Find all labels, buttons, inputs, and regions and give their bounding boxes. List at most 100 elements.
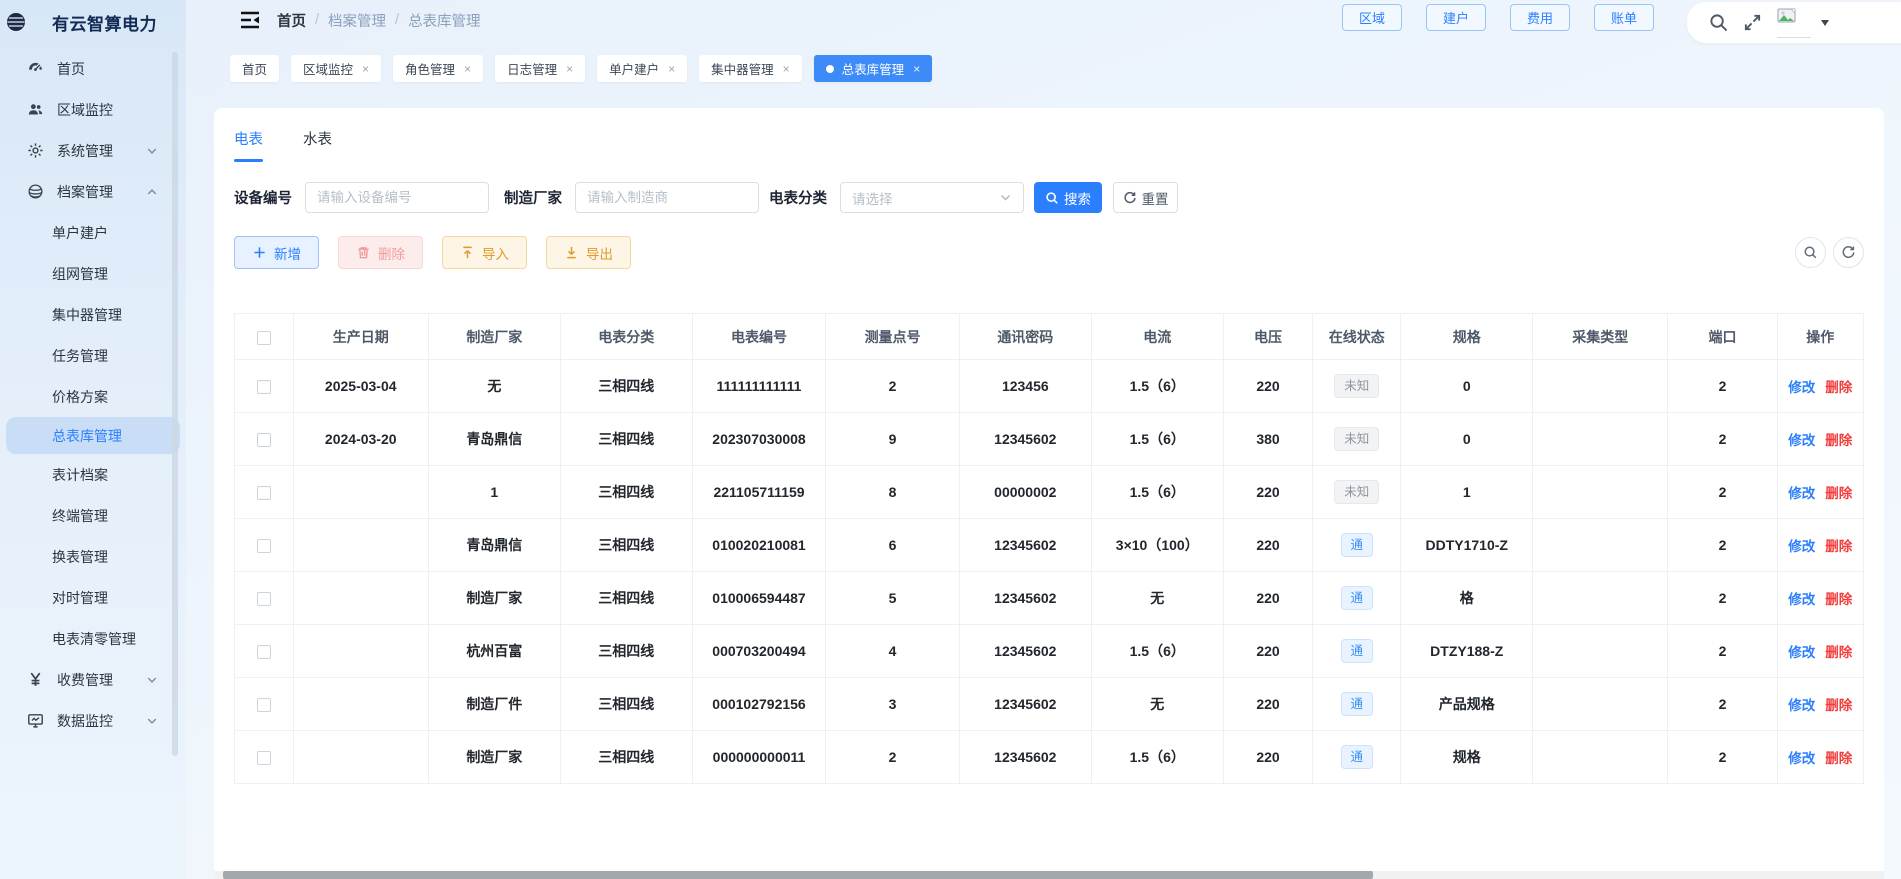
import-button[interactable]: 导入 (442, 236, 527, 269)
collapse-menu-icon[interactable] (240, 11, 260, 29)
sidebar-item-任务管理[interactable]: 任务管理 (0, 335, 186, 376)
open-tab-角色管理[interactable]: 角色管理× (393, 55, 483, 82)
sidebar-item-总表库管理[interactable]: 总表库管理 (6, 417, 180, 454)
row-edit-link[interactable]: 修改 (1788, 539, 1815, 554)
bill-button[interactable]: 账单 (1594, 4, 1654, 31)
status-badge: 通 (1341, 639, 1374, 664)
row-checkbox[interactable] (257, 380, 271, 394)
close-tab-icon[interactable]: × (913, 63, 920, 75)
breadcrumb-archive[interactable]: 档案管理 (328, 10, 386, 31)
row-edit-link[interactable]: 修改 (1788, 698, 1815, 713)
row-delete-link[interactable]: 删除 (1825, 645, 1852, 660)
fee-button[interactable]: 费用 (1510, 4, 1570, 31)
sidebar-item-单户建户[interactable]: 单户建户 (0, 212, 186, 253)
add-button[interactable]: 新增 (234, 236, 319, 269)
open-tab-label: 单户建户 (609, 59, 659, 78)
row-checkbox[interactable] (257, 486, 271, 500)
select-all-checkbox[interactable] (257, 331, 271, 345)
row-delete-link[interactable]: 删除 (1825, 433, 1852, 448)
sidebar-item-换表管理[interactable]: 换表管理 (0, 536, 186, 577)
row-delete-link[interactable]: 删除 (1825, 698, 1852, 713)
open-tab-总表库管理[interactable]: 总表库管理× (814, 55, 933, 82)
meter-type-tabs: 电表 水表 (234, 128, 1864, 162)
breadcrumb-home[interactable]: 首页 (277, 10, 306, 31)
table-search-icon[interactable] (1795, 237, 1826, 268)
open-tab-集中器管理[interactable]: 集中器管理× (699, 55, 802, 82)
sidebar-item-表计档案[interactable]: 表计档案 (0, 454, 186, 495)
sidebar-item-收费管理[interactable]: 收费管理 (0, 659, 186, 700)
row-edit-link[interactable]: 修改 (1788, 486, 1815, 501)
manufacturer-input[interactable] (575, 182, 759, 213)
cell-date (293, 466, 428, 519)
meter-category-select[interactable]: 请选择 (840, 182, 1024, 213)
search-button[interactable]: 搜索 (1034, 182, 1102, 213)
cell-collect (1533, 519, 1668, 572)
row-checkbox-cell (235, 678, 294, 731)
sidebar-item-集中器管理[interactable]: 集中器管理 (0, 294, 186, 335)
cell-spec: 产品规格 (1401, 678, 1533, 731)
reset-button[interactable]: 重置 (1113, 182, 1178, 213)
sidebar-item-价格方案[interactable]: 价格方案 (0, 376, 186, 417)
cell-status: 未知 (1313, 466, 1401, 519)
row-checkbox[interactable] (257, 698, 271, 712)
row-edit-link[interactable]: 修改 (1788, 433, 1815, 448)
row-checkbox-cell (235, 625, 294, 678)
sidebar-item-数据监控[interactable]: 数据监控 (0, 700, 186, 741)
row-edit-link[interactable]: 修改 (1788, 751, 1815, 766)
sidebar-item-首页[interactable]: 首页 (0, 48, 186, 89)
tab-water-meter[interactable]: 水表 (303, 128, 332, 162)
search-icon[interactable] (1709, 13, 1728, 32)
avatar[interactable] (1777, 8, 1811, 38)
row-edit-link[interactable]: 修改 (1788, 645, 1815, 660)
sidebar-item-label: 数据监控 (57, 711, 113, 731)
export-button[interactable]: 导出 (546, 236, 631, 269)
delete-button[interactable]: 删除 (338, 236, 423, 269)
row-edit-link[interactable]: 修改 (1788, 380, 1815, 395)
row-delete-link[interactable]: 删除 (1825, 380, 1852, 395)
horizontal-scrollbar[interactable] (214, 871, 1884, 879)
tab-electric-meter[interactable]: 电表 (234, 128, 263, 162)
close-tab-icon[interactable]: × (362, 63, 369, 75)
close-tab-icon[interactable]: × (464, 63, 471, 75)
row-checkbox[interactable] (257, 751, 271, 765)
cell-actions: 修改删除 (1777, 360, 1863, 413)
row-delete-link[interactable]: 删除 (1825, 751, 1852, 766)
row-delete-link[interactable]: 删除 (1825, 592, 1852, 607)
sidebar-item-区域监控[interactable]: 区域监控 (0, 89, 186, 130)
row-edit-link[interactable]: 修改 (1788, 592, 1815, 607)
caret-down-icon[interactable] (1821, 20, 1829, 26)
fullscreen-icon[interactable] (1743, 13, 1762, 32)
open-tab-单户建户[interactable]: 单户建户 × (597, 55, 687, 82)
cell-voltage: 220 (1223, 678, 1313, 731)
row-delete-link[interactable]: 删除 (1825, 486, 1852, 501)
create-account-button[interactable]: 建户 (1426, 4, 1486, 31)
sidebar-item-档案管理[interactable]: 档案管理 (0, 171, 186, 212)
open-tab-日志管理[interactable]: 日志管理× (495, 55, 585, 82)
row-checkbox[interactable] (257, 433, 271, 447)
sidebar-item-对时管理[interactable]: 对时管理 (0, 577, 186, 618)
open-tab-首页[interactable]: 首页 (230, 55, 279, 82)
horizontal-scrollbar-thumb[interactable] (223, 871, 1373, 879)
column-header-电表分类: 电表分类 (560, 314, 692, 360)
gear-icon (27, 142, 44, 159)
sidebar-scrollbar[interactable] (172, 52, 178, 756)
row-checkbox[interactable] (257, 645, 271, 659)
sidebar-item-电表清零管理[interactable]: 电表清零管理 (0, 618, 186, 659)
sidebar-item-组网管理[interactable]: 组网管理 (0, 253, 186, 294)
cell-date (293, 572, 428, 625)
table-refresh-icon[interactable] (1833, 237, 1864, 268)
close-tab-icon[interactable]: × (566, 63, 573, 75)
cell-category: 三相四线 (560, 572, 692, 625)
close-tab-icon[interactable]: × (783, 63, 790, 75)
row-checkbox[interactable] (257, 539, 271, 553)
region-button[interactable]: 区域 (1342, 4, 1402, 31)
close-tab-icon[interactable]: × (668, 63, 675, 75)
row-delete-link[interactable]: 删除 (1825, 539, 1852, 554)
open-tab-区域监控[interactable]: 区域监控× (291, 55, 381, 82)
row-checkbox[interactable] (257, 592, 271, 606)
device-no-input[interactable] (305, 182, 489, 213)
sidebar-item-系统管理[interactable]: 系统管理 (0, 130, 186, 171)
cell-spec: 0 (1401, 413, 1533, 466)
sidebar-item-终端管理[interactable]: 终端管理 (0, 495, 186, 536)
cell-date (293, 625, 428, 678)
